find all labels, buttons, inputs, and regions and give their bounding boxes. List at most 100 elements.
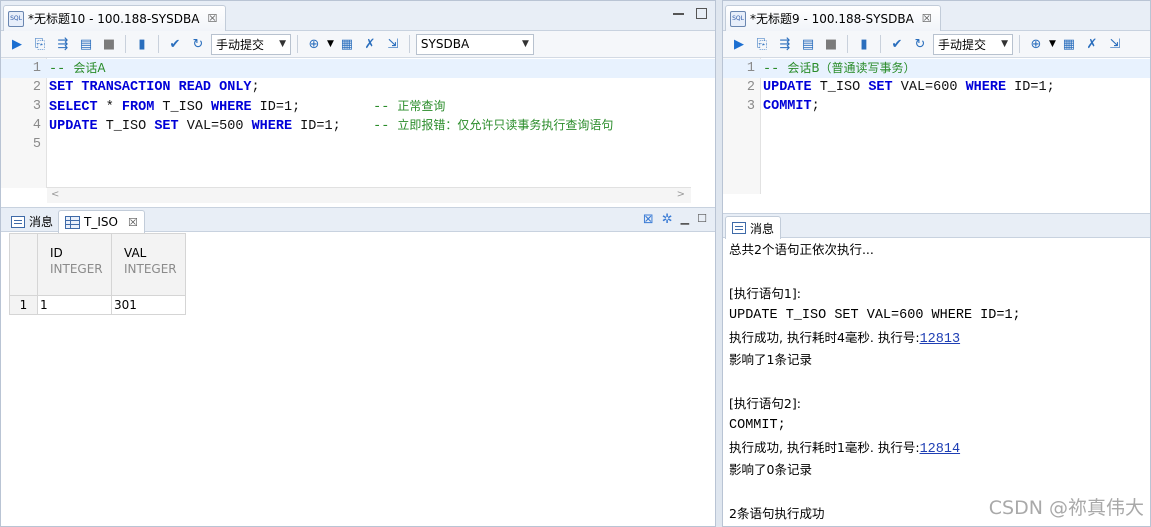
stats-icon[interactable]: ▮ [854, 34, 874, 54]
column-name: VAL [124, 246, 147, 260]
settings-icon[interactable]: ✲ [662, 212, 673, 227]
code-token: 立即报错：仅允许只读事务执行查询语句 [397, 118, 614, 132]
maximize-icon[interactable]: ☐ [697, 212, 707, 227]
stmt1-result: 执行成功, 执行耗时4毫秒. 执行号:12813 [729, 329, 960, 349]
right-editor-tab[interactable]: SQL *无标题9 - 100.188-SYSDBA ☒ [725, 5, 941, 31]
sql-editor[interactable]: 1 -- 会话B（普通读写事务） 2 UPDATE T_ISO SET VAL=600… [723, 58, 1150, 194]
code-line[interactable]: 1 -- 会话A [1, 59, 715, 78]
stop-icon[interactable]: ■ [821, 34, 841, 54]
rollback-icon[interactable]: ↻ [910, 34, 930, 54]
code-text: SELECT * FROM T_ISO WHERE ID=1; -- 正常查询 [49, 97, 445, 117]
code-token: SET [868, 80, 893, 95]
code-text: UPDATE T_ISO SET VAL=500 WHERE ID=1; -- … [49, 116, 613, 136]
left-editor-tab[interactable]: SQL *无标题10 - 100.188-SYSDBA ☒ [3, 5, 227, 31]
calendar-icon[interactable]: ▦ [337, 34, 357, 54]
code-token: T_ISO [97, 119, 155, 134]
save-icon[interactable]: ▤ [798, 34, 818, 54]
tab-t-iso[interactable]: T_ISO ☒ [58, 210, 145, 233]
line-number: 2 [32, 80, 41, 95]
line-number: 3 [32, 99, 41, 114]
close-icon[interactable]: ☒ [207, 12, 217, 25]
stmt1-exec-id-link[interactable]: 12813 [920, 332, 961, 347]
execute-icon[interactable]: ▶ [7, 34, 27, 54]
chevron-down-icon: ▼ [522, 39, 529, 49]
table-row[interactable]: 1 1 301 [9, 295, 186, 315]
code-line[interactable]: 5 [1, 135, 715, 154]
column-header[interactable]: VAL INTEGER [111, 233, 186, 296]
stmt2-result: 执行成功, 执行耗时1毫秒. 执行号:12814 [729, 439, 960, 459]
commit-icon[interactable]: ✔ [887, 34, 907, 54]
code-line[interactable]: 4 UPDATE T_ISO SET VAL=500 WHERE ID=1; --… [1, 116, 715, 135]
code-text: UPDATE T_ISO SET VAL=600 WHERE ID=1; [763, 78, 1055, 97]
code-token: -- [763, 62, 788, 77]
commit-mode-select[interactable]: 手动提交 ▼ [211, 33, 291, 55]
code-line[interactable]: 3 COMMIT; [723, 97, 1150, 116]
chevron-down-icon[interactable]: ▼ [327, 39, 334, 49]
target-icon[interactable]: ⊕ [1026, 34, 1046, 54]
stmt2-sql: COMMIT; [729, 418, 786, 433]
code-token: -- [49, 62, 74, 77]
format-icon[interactable]: ⇶ [775, 34, 795, 54]
line-number: 1 [32, 61, 41, 76]
message-icon [732, 222, 746, 234]
code-token: * [97, 100, 122, 115]
sql-file-icon: SQL [8, 10, 24, 27]
debug-icon[interactable]: ⇲ [383, 34, 403, 54]
table-cell[interactable]: 301 [111, 295, 186, 315]
stmt1-rows: 影响了1条记录 [729, 352, 812, 367]
commit-mode-select[interactable]: 手动提交 ▼ [933, 33, 1013, 55]
compile-icon[interactable]: ✗ [360, 34, 380, 54]
commit-mode-value: 手动提交 [216, 37, 265, 52]
explain-icon[interactable]: ⎘ [30, 34, 50, 54]
code-token: SET TRANSACTION READ ONLY [49, 80, 252, 95]
column-header[interactable]: ID INTEGER [37, 233, 112, 296]
close-icon[interactable]: ☒ [128, 216, 138, 229]
table-cell[interactable]: 1 [37, 295, 112, 315]
chevron-down-icon[interactable]: ▼ [1049, 39, 1056, 49]
stats-icon[interactable]: ▮ [132, 34, 152, 54]
left-toolbar: ▶ ⎘ ⇶ ▤ ■ ▮ ✔ ↻ 手动提交 ▼ ⊕ ▼ ▦ ✗ ⇲ SYSDBA ▼ [1, 31, 715, 58]
schema-select[interactable]: SYSDBA ▼ [415, 33, 534, 55]
calendar-icon[interactable]: ▦ [1059, 34, 1079, 54]
tab-messages[interactable]: 消息 [725, 216, 782, 239]
save-icon[interactable]: ▤ [76, 34, 96, 54]
code-token: WHERE [965, 80, 1007, 95]
minimize-icon[interactable] [673, 8, 684, 15]
left-editor-tabbar: SQL *无标题10 - 100.188-SYSDBA ☒ [1, 1, 715, 31]
sql-editor[interactable]: 1 -- 会话A 2 SET TRANSACTION READ ONLY; 3 SELEC… [1, 58, 715, 188]
code-token: ID=1; [251, 100, 374, 115]
code-line[interactable]: 1 -- 会话B（普通读写事务） [723, 59, 1150, 78]
target-icon[interactable]: ⊕ [304, 34, 324, 54]
code-text: COMMIT; [763, 97, 820, 116]
compile-icon[interactable]: ✗ [1082, 34, 1102, 54]
maximize-icon[interactable] [696, 8, 707, 19]
stmt1-header: [执行语句1]: [729, 286, 801, 301]
explain-icon[interactable]: ⎘ [752, 34, 772, 54]
tab-messages[interactable]: 消息 [5, 210, 59, 233]
debug-icon[interactable]: ⇲ [1105, 34, 1125, 54]
code-line[interactable]: 2 SET TRANSACTION READ ONLY; [1, 78, 715, 97]
final-status: 2条语句执行成功 [729, 506, 825, 521]
rollback-icon[interactable]: ↻ [188, 34, 208, 54]
result-grid: ID INTEGER VAL INTEGER 1 1 301 [9, 233, 186, 315]
code-token: UPDATE [49, 119, 98, 134]
stmt2-exec-id-link[interactable]: 12814 [920, 442, 961, 457]
code-line[interactable]: 3 SELECT * FROM T_ISO WHERE ID=1; -- 正常查询 [1, 97, 715, 116]
close-icon[interactable]: ☒ [922, 12, 932, 25]
format-icon[interactable]: ⇶ [53, 34, 73, 54]
schema-value: SYSDBA [420, 37, 470, 51]
commit-icon[interactable]: ✔ [165, 34, 185, 54]
code-line[interactable]: 2 UPDATE T_ISO SET VAL=600 WHERE ID=1; [723, 78, 1150, 97]
stop-icon[interactable]: ■ [99, 34, 119, 54]
code-text: -- 会话B（普通读写事务） [763, 59, 916, 79]
close-all-icon[interactable]: ⊠ [643, 212, 654, 227]
code-token: ; [251, 80, 260, 95]
commit-mode-value: 手动提交 [938, 37, 987, 52]
right-editor-pane: SQL *无标题9 - 100.188-SYSDBA ☒ ▶ ⎘ ⇶ ▤ ■ ▮… [722, 0, 1151, 527]
line-number: 1 [746, 61, 755, 76]
stmt2-result-text: 执行成功, 执行耗时1毫秒. 执行号: [729, 440, 920, 455]
sql-file-icon: SQL [730, 10, 746, 27]
minimize-icon[interactable]: ▁ [681, 212, 689, 227]
horizontal-scrollbar[interactable]: < > [47, 187, 691, 203]
execute-icon[interactable]: ▶ [729, 34, 749, 54]
